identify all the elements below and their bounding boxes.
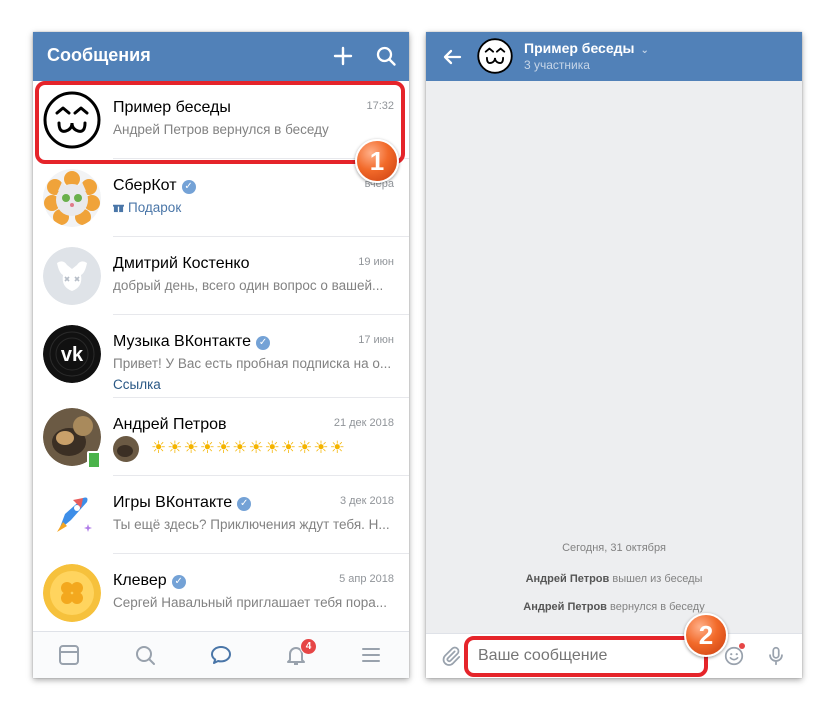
clover-avatar [43,564,101,622]
conversation-date: 19 июн [358,256,394,268]
step-marker: 2 [684,613,728,657]
verified-icon: ✓ [171,575,186,589]
search-tab-icon[interactable] [133,643,157,667]
emoji-sun-row: ☀☀☀☀☀☀☀☀☀☀☀☀ [151,438,346,457]
conversation-date: 3 дек 2018 [339,495,394,507]
conversation-preview: Привет! У Вас есть пробная подписка на о… [113,356,392,371]
paperclip-icon[interactable] [440,645,462,667]
new-indicator-dot [739,643,745,649]
conversation-date: 17 июн [358,334,394,346]
chat-avatar [477,38,513,74]
conversation-item[interactable]: Игры ВКонтакте ✓ 3 дек 2018 Ты ещё здесь?… [33,476,409,554]
microphone-icon[interactable] [765,644,787,668]
chat-title-text: Пример беседы [524,40,635,56]
service-message: Андрей Петров вышел из беседы [426,573,802,585]
conversation-preview: Сергей Навальный приглашает тебя пора... [113,595,388,610]
cat-avatar [43,169,101,227]
event-action: вернулся в беседу [610,601,705,613]
verified-icon: ✓ [256,336,271,350]
notifications-badge: 4 [300,638,317,655]
date-divider: Сегодня, 31 октября [562,542,666,554]
conversation-preview: добрый день, всего один вопрос о вашей..… [113,278,384,293]
conversation-item[interactable]: СберКот ✓ вчера Подарок [33,159,409,237]
news-tab-icon[interactable] [57,643,81,667]
conversation-name-text: СберКот [113,177,177,194]
conversation-preview: Ты ещё здесь? Приключения ждут тебя. Н..… [113,517,390,532]
conversation-name: Музыка ВКонтакте ✓ [113,333,271,351]
gift-icon [113,202,124,213]
conversation-item[interactable]: vk Музыка ВКонтакте ✓ 17 июн Привет! У Ва… [33,315,409,398]
menu-tab-icon[interactable] [359,643,383,667]
chat-subtitle: 3 участника [524,58,590,72]
bottom-tabbar: 4 [33,631,409,678]
chat-title[interactable]: Пример беседы ⌄ [524,40,649,56]
conversation-name-text: Игры ВКонтакте [113,494,233,511]
event-action: вышел из беседы [612,573,703,585]
conversation-name: Андрей Петров [113,416,227,433]
verified-icon: ✓ [181,180,196,194]
chevron-down-icon: ⌄ [640,45,649,56]
highlight-frame [464,636,708,677]
event-actor[interactable]: Андрей Петров [523,601,607,613]
messages-tab-icon[interactable] [209,643,233,667]
service-message: Андрей Петров вернулся в беседу [426,601,802,613]
event-actor[interactable]: Андрей Петров [526,573,610,585]
conversation-item[interactable]: Андрей Петров 21 дек 2018 ☀☀☀☀☀☀☀☀☀☀☀☀ [33,398,409,476]
messages-header: Сообщения [33,32,409,81]
conversation-item[interactable]: Дмитрий Костенко 19 июн добрый день, все… [33,237,409,315]
step-marker: 1 [355,139,399,183]
mobile-online-icon [87,451,101,469]
back-arrow-icon[interactable] [440,45,464,69]
gift-label: Подарок [128,200,182,215]
conversation-name-text: Музыка ВКонтакте [113,333,252,350]
conversation-name: СберКот ✓ [113,177,196,195]
conversation-name: Дмитрий Костенко [113,255,250,272]
vk-music-avatar: vk [43,325,101,383]
search-icon[interactable] [374,44,398,68]
conversation-name: Игры ВКонтакте ✓ [113,494,252,512]
svg-text:vk: vk [61,344,84,366]
conversation-date: 21 дек 2018 [333,417,394,429]
chat-screen: Пример беседы ⌄ 3 участника Сегодня, 31 о… [426,32,802,678]
conversation-item[interactable]: Клевер ✓ 5 апр 2018 Сергей Навальный приг… [33,554,409,632]
conversation-date: 5 апр 2018 [339,573,394,585]
attachment-link[interactable]: Ссылка [113,377,161,392]
games-avatar [43,486,101,544]
chat-header: Пример беседы ⌄ 3 участника [426,32,802,81]
default-avatar [43,247,101,305]
conversation-preview: Подарок [113,200,395,215]
page-title: Сообщения [47,45,151,65]
conversation-name-text: Клевер [113,572,167,589]
sender-avatar [113,436,139,462]
conversation-name: Клевер ✓ [113,572,186,590]
highlight-frame [35,81,405,164]
plus-icon[interactable] [331,44,355,68]
verified-icon: ✓ [237,497,252,511]
